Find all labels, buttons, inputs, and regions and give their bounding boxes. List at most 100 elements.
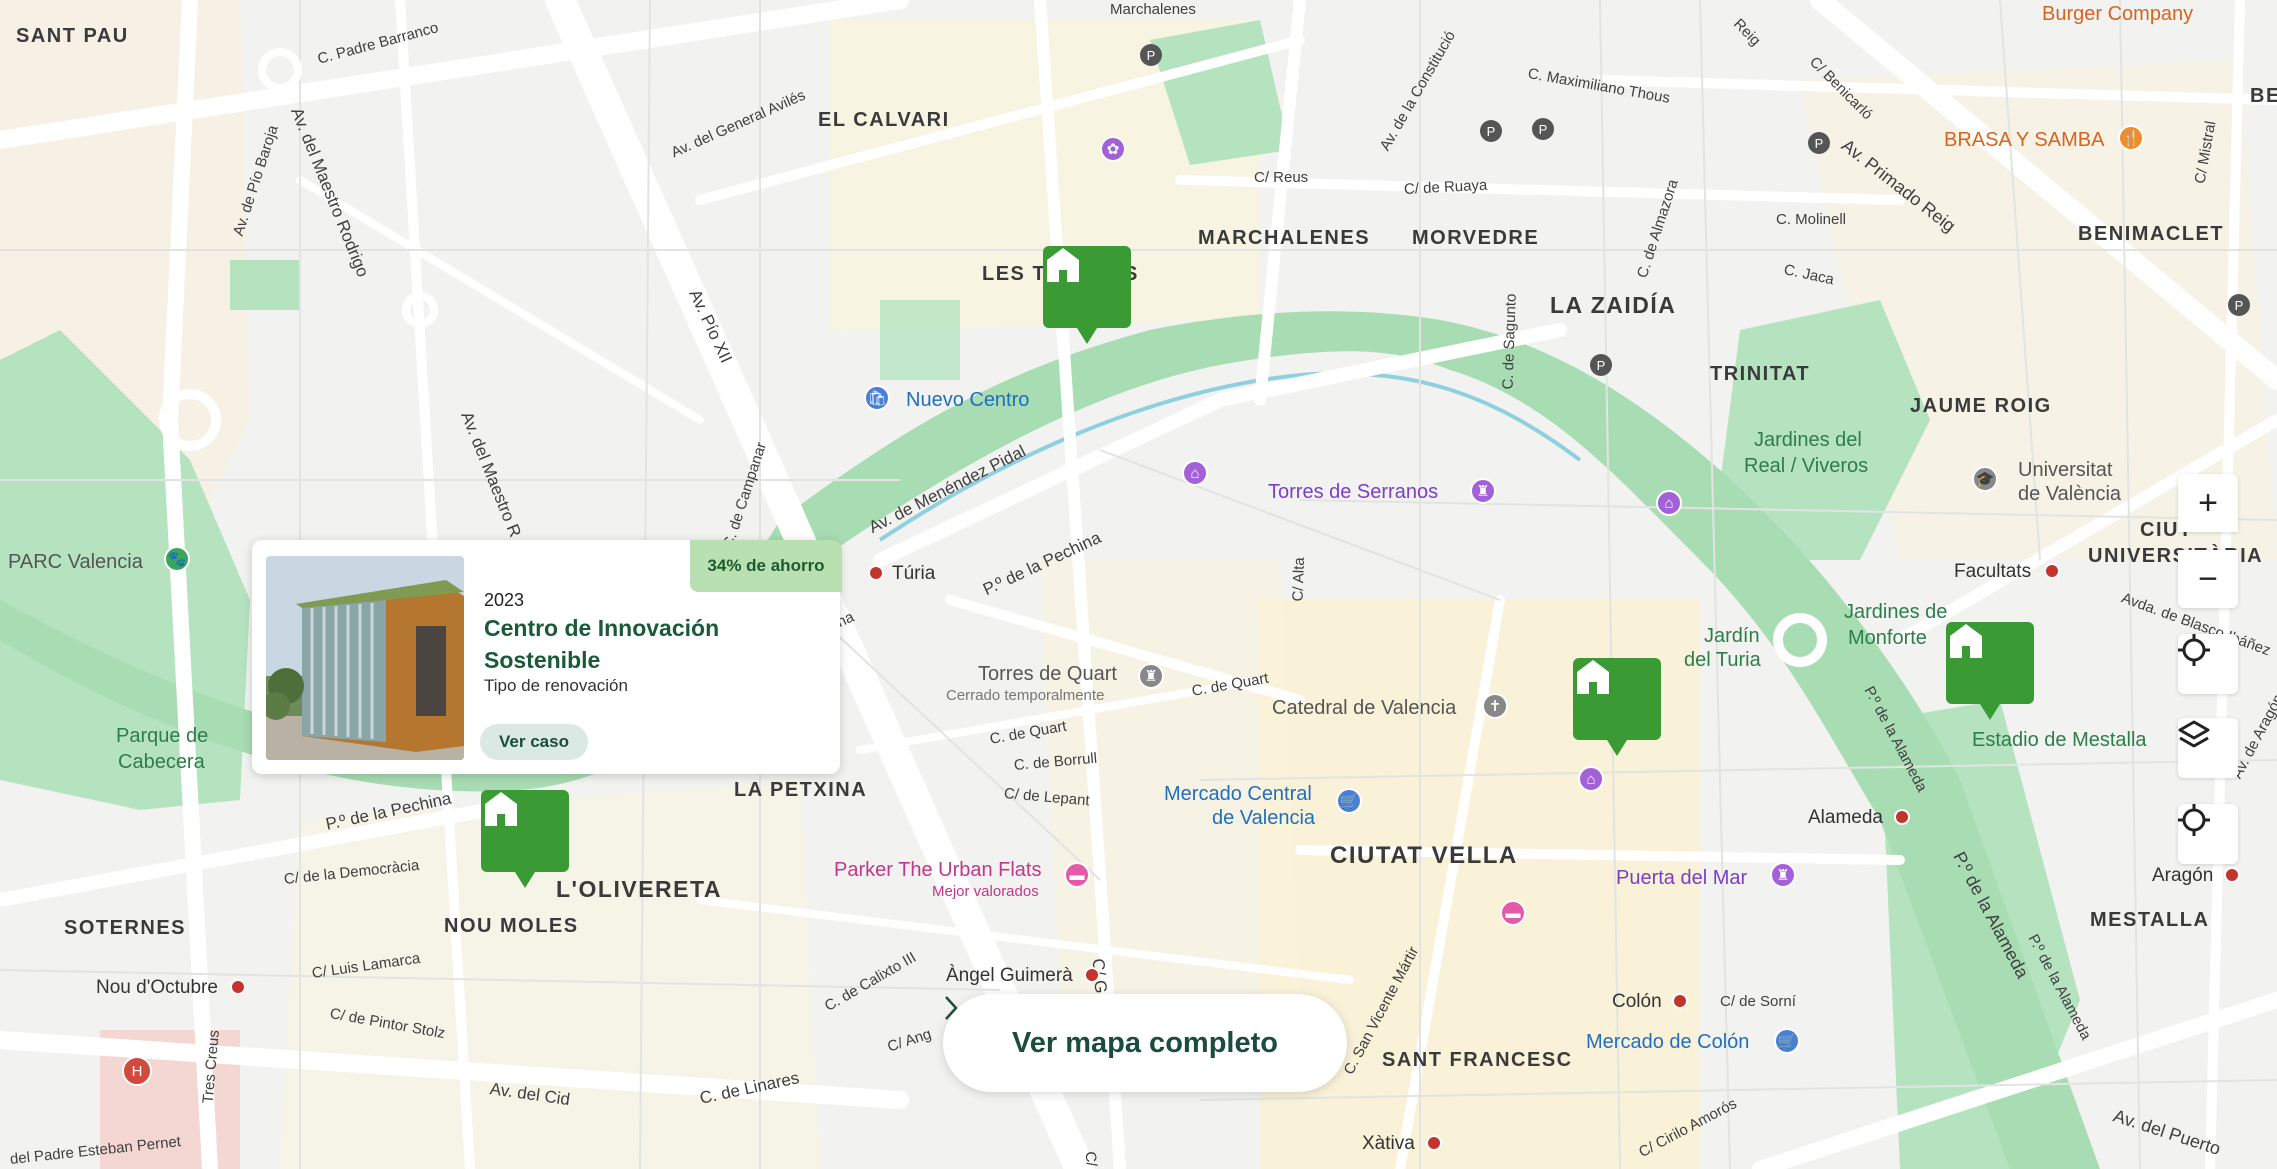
district-label: TRINITAT [1710, 363, 1811, 385]
parking-icon[interactable]: P [1532, 118, 1554, 140]
district-label: SANT FRANCESC [1382, 1049, 1573, 1071]
hotel-icon[interactable]: ▬ [1064, 862, 1090, 888]
poi-label-jardines-real-2[interactable]: Real / Viveros [1744, 456, 1868, 476]
metro-label[interactable]: Nou d'Octubre [96, 978, 218, 997]
cart-icon[interactable]: 🛒 [1774, 1028, 1800, 1054]
crosshair-icon [2178, 634, 2210, 666]
crosshair-icon [2178, 804, 2210, 836]
district-label: NOU MOLES [444, 915, 579, 937]
metro-icon[interactable] [868, 565, 884, 581]
poi-label-parque-cabecera-2[interactable]: Cabecera [118, 752, 205, 772]
metro-label[interactable]: Xàtiva [1362, 1134, 1415, 1153]
hospital-icon[interactable]: H [122, 1056, 152, 1086]
zoom-out-button[interactable]: − [2178, 550, 2238, 608]
view-full-map-label: Ver mapa completo [1012, 1026, 1278, 1059]
cart-icon[interactable]: 🛒 [1336, 788, 1362, 814]
parking-icon[interactable]: P [2228, 294, 2250, 316]
metro-icon[interactable] [2224, 867, 2240, 883]
poi-label-burger-company[interactable]: Burger Company [2042, 4, 2193, 24]
district-label: CIUTAT VELLA [1330, 842, 1518, 869]
metro-icon[interactable] [1426, 1135, 1442, 1151]
project-marker[interactable] [1573, 658, 1661, 756]
metro-icon[interactable] [1672, 993, 1688, 1009]
poi-label-parque-cabecera[interactable]: Parque de [116, 726, 208, 746]
recenter-button[interactable] [2178, 804, 2238, 864]
view-case-button[interactable]: Ver caso [480, 724, 588, 760]
poi-label-jardines-real[interactable]: Jardines del [1754, 430, 1862, 450]
project-marker[interactable] [1043, 246, 1131, 344]
poi-label-universitat-2[interactable]: de València [2018, 484, 2121, 504]
district-label: SOTERNES [64, 917, 187, 939]
project-marker[interactable] [1946, 622, 2034, 720]
district-label: LES T [982, 263, 1047, 285]
landmark-icon[interactable]: ♜ [1138, 663, 1164, 689]
street-label: C/ Reus [1254, 169, 1309, 186]
parking-icon[interactable]: P [1808, 132, 1830, 154]
layers-button[interactable] [2178, 718, 2238, 778]
poi-label-torres-quart[interactable]: Torres de Quart [978, 664, 1117, 684]
hotel-icon[interactable]: ▬ [1500, 900, 1526, 926]
poi-label-nuevo-centro[interactable]: Nuevo Centro [906, 390, 1029, 410]
museum-icon[interactable]: ⌂ [1656, 490, 1682, 516]
metro-label[interactable]: Alameda [1808, 808, 1883, 827]
poi-label-parc[interactable]: PARC Valencia [8, 552, 143, 572]
project-marker-active[interactable] [481, 790, 569, 888]
building-icon [1950, 624, 1982, 658]
metro-icon[interactable] [1084, 967, 1100, 983]
metro-icon[interactable] [230, 979, 246, 995]
view-full-map-button[interactable]: Ver mapa completo [943, 994, 1347, 1092]
chevron-right-icon [945, 996, 958, 1020]
metro-icon[interactable] [2044, 563, 2060, 579]
poi-label-estadio[interactable]: Estadio de Mestalla [1972, 730, 2147, 750]
parking-icon[interactable]: P [1590, 354, 1612, 376]
district-label: Marchalenes [1110, 1, 1196, 18]
poi-label-mercado-colon[interactable]: Mercado de Colón [1586, 1032, 1749, 1052]
landmark-icon[interactable]: ♜ [1470, 478, 1496, 504]
zoom-in-button[interactable]: + [2178, 474, 2238, 532]
poi-label-universitat[interactable]: Universitat [2018, 460, 2112, 480]
landmark-icon[interactable]: ♜ [1770, 862, 1796, 888]
poi-sublabel-closed: Cerrado temporalmente [946, 687, 1105, 704]
building-icon [1577, 660, 1609, 694]
project-photo [266, 556, 464, 760]
savings-badge: 34% de ahorro [690, 540, 842, 592]
poi-label-puerta-mar[interactable]: Puerta del Mar [1616, 868, 1747, 888]
district-label: L'OLIVERETA [556, 876, 722, 902]
district-label: MESTALLA [2090, 909, 2210, 931]
poi-label-brasa-samba[interactable]: BRASA Y SAMBA [1944, 130, 2104, 150]
restaurant-icon[interactable]: 🍴 [2118, 125, 2144, 151]
poi-label-jardines-monforte[interactable]: Jardines de [1844, 602, 1947, 622]
locate-button[interactable] [2178, 634, 2238, 694]
layers-icon [2178, 720, 2210, 748]
project-card[interactable]: 34% de ahorro 2023 Centro de Innovación … [252, 540, 842, 774]
poi-label-jardin-turia[interactable]: Jardín [1704, 626, 1760, 646]
poi-label-mercado-central-2[interactable]: de Valencia [1212, 808, 1315, 828]
metro-label[interactable]: Facultats [1954, 562, 2031, 581]
district-label: EL CALVARI [818, 109, 950, 131]
paw-icon[interactable]: 🐾 [164, 546, 190, 572]
poi-label-torres-serranos[interactable]: Torres de Serranos [1268, 482, 1438, 502]
metro-label[interactable]: Túria [892, 564, 935, 583]
museum-icon[interactable]: ⌂ [1182, 460, 1208, 486]
poi-label-mercado-central[interactable]: Mercado Central [1164, 784, 1312, 804]
poi-label-parker[interactable]: Parker The Urban Flats [834, 860, 1042, 880]
poi-label-jardines-monforte-2[interactable]: Monforte [1848, 628, 1927, 648]
art-icon[interactable]: ✿ [1100, 136, 1126, 162]
university-icon[interactable]: 🎓 [1972, 466, 1998, 492]
parking-icon[interactable]: P [1480, 120, 1502, 142]
street-label: C/ Alta [1289, 557, 1309, 602]
metro-label[interactable]: Aragón [2152, 866, 2213, 885]
church-icon[interactable]: ✝ [1482, 693, 1508, 719]
metro-label[interactable]: Àngel Guimerà [946, 966, 1073, 985]
shopping-bag-icon[interactable]: 🛍 [864, 385, 890, 411]
parking-icon[interactable]: P [1140, 44, 1162, 66]
metro-icon[interactable] [1894, 809, 1910, 825]
building-icon [485, 792, 517, 826]
metro-label[interactable]: Colón [1612, 992, 1662, 1011]
museum-icon[interactable]: ⌂ [1578, 766, 1604, 792]
street-label: C/ de Sorní [1720, 993, 1796, 1010]
map-canvas[interactable]: SANT PAU EL CALVARI MARCHALENES MORVEDRE… [0, 0, 2277, 1169]
street-label: C/ Al [1081, 1150, 1102, 1169]
poi-label-catedral[interactable]: Catedral de Valencia [1272, 698, 1456, 718]
poi-label-jardin-turia-2[interactable]: del Turia [1684, 650, 1761, 670]
